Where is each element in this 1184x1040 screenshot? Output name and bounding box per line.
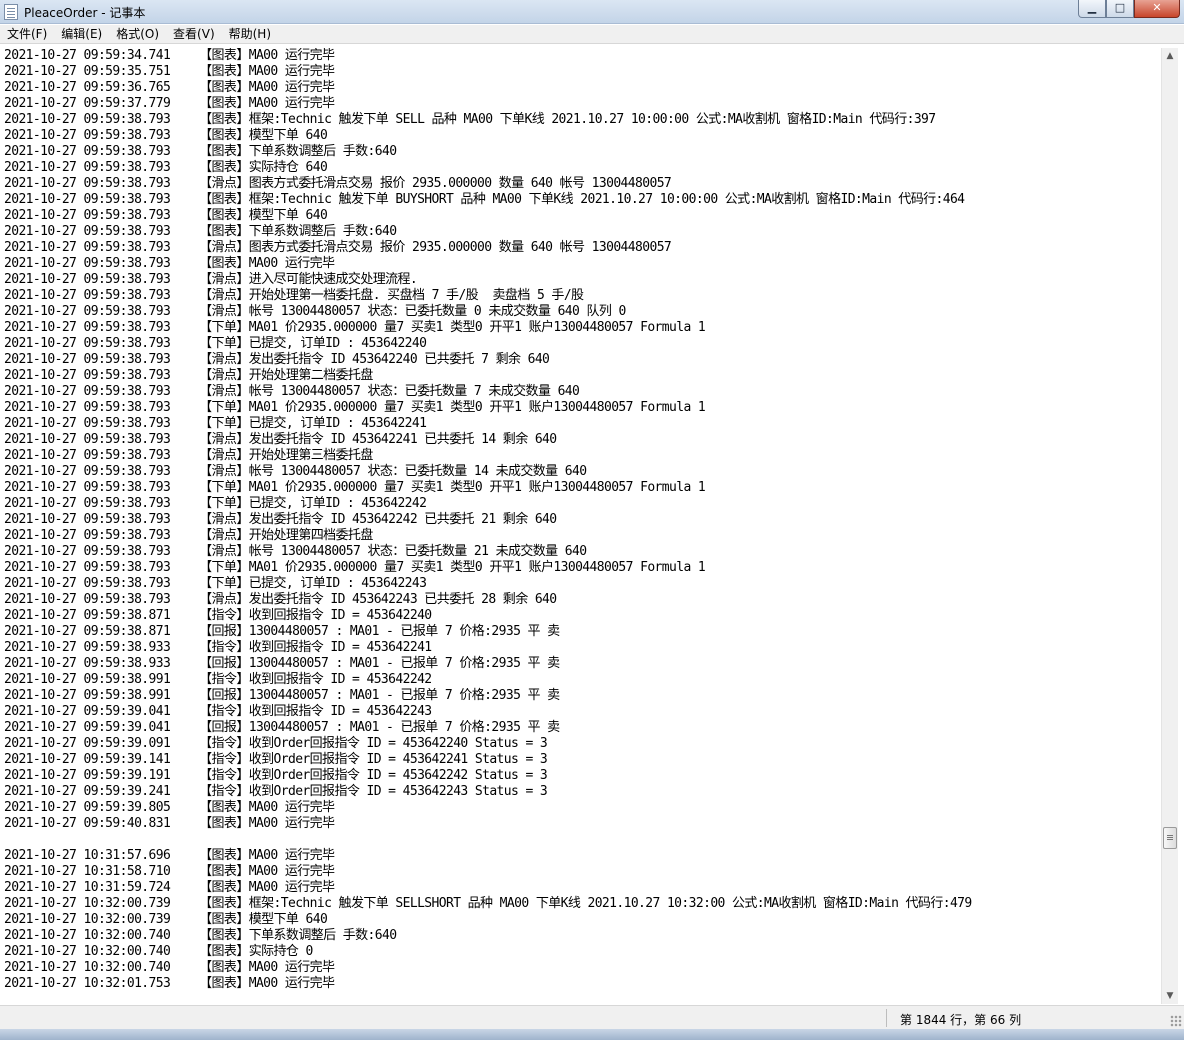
text-line: 2021-10-27 10:32:00.739 【图表】框架:Technic 触… [4, 896, 972, 911]
text-line: 2021-10-27 09:59:38.933 【回报】13004480057 … [4, 656, 560, 671]
title-bar[interactable]: PleaceOrder - 记事本 ▁ □ ✕ [0, 0, 1184, 24]
text-line: 2021-10-27 10:32:00.740 【图表】MA00 运行完毕 [4, 960, 335, 975]
text-line: 2021-10-27 10:31:58.710 【图表】MA00 运行完毕 [4, 864, 335, 879]
text-line: 2021-10-27 09:59:38.793 【滑点】开始处理第四档委托盘 [4, 528, 373, 543]
size-grip-icon[interactable] [1170, 1015, 1182, 1027]
taskbar [0, 1029, 1184, 1040]
minimize-button[interactable]: ▁ [1078, 0, 1106, 18]
text-line: 2021-10-27 09:59:39.241 【指令】收到Order回报指令 … [4, 784, 548, 799]
text-line: 2021-10-27 09:59:38.871 【指令】收到回报指令 ID = … [4, 608, 432, 623]
text-line: 2021-10-27 09:59:38.793 【滑点】发出委托指令 ID 45… [4, 352, 550, 367]
text-line: 2021-10-27 09:59:38.793 【图表】框架:Technic 触… [4, 112, 936, 127]
window-controls: ▁ □ ✕ [1078, 0, 1180, 18]
text-line: 2021-10-27 09:59:38.793 【滑点】帐号 130044800… [4, 544, 587, 559]
text-editor[interactable]: 2021-10-27 09:59:34.741 【图表】MA00 运行完毕 202… [4, 48, 1160, 1004]
text-line: 2021-10-27 09:59:38.793 【滑点】帐号 130044800… [4, 384, 580, 399]
text-line: 2021-10-27 09:59:38.793 【下单】MA01 价2935.0… [4, 560, 706, 575]
text-line: 2021-10-27 09:59:38.793 【滑点】图表方式委托滑点交易 报… [4, 176, 672, 191]
text-line: 2021-10-27 10:32:00.740 【图表】实际持仓 0 [4, 944, 313, 959]
scroll-thumb[interactable] [1163, 827, 1177, 849]
notepad-icon [4, 4, 18, 20]
text-line: 2021-10-27 10:31:57.696 【图表】MA00 运行完毕 [4, 848, 335, 863]
text-line: 2021-10-27 09:59:38.793 【图表】模型下单 640 [4, 208, 328, 223]
menu-view[interactable]: 查看(V) [166, 25, 222, 44]
text-line: 2021-10-27 09:59:38.793 【下单】已提交, 订单ID : … [4, 416, 427, 431]
text-line: 2021-10-27 09:59:38.793 【图表】下单系数调整后 手数:6… [4, 144, 397, 159]
text-line: 2021-10-27 09:59:38.793 【下单】MA01 价2935.0… [4, 480, 706, 495]
text-line: 2021-10-27 09:59:39.805 【图表】MA00 运行完毕 [4, 800, 335, 815]
text-line: 2021-10-27 09:59:38.793 【滑点】发出委托指令 ID 45… [4, 432, 557, 447]
text-line: 2021-10-27 10:32:00.740 【图表】下单系数调整后 手数:6… [4, 928, 397, 943]
menu-format[interactable]: 格式(O) [109, 25, 166, 44]
text-line: 2021-10-27 09:59:39.141 【指令】收到Order回报指令 … [4, 752, 548, 767]
text-line: 2021-10-27 09:59:38.991 【指令】收到回报指令 ID = … [4, 672, 432, 687]
text-line: 2021-10-27 09:59:38.793 【滑点】帐号 130044800… [4, 464, 587, 479]
maximize-button[interactable]: □ [1106, 0, 1134, 18]
menu-help[interactable]: 帮助(H) [222, 25, 278, 44]
text-line: 2021-10-27 09:59:35.751 【图表】MA00 运行完毕 [4, 64, 335, 79]
text-line: 2021-10-27 09:59:39.041 【指令】收到回报指令 ID = … [4, 704, 432, 719]
menu-file[interactable]: 文件(F) [0, 25, 54, 44]
text-line: 2021-10-27 09:59:38.793 【图表】模型下单 640 [4, 128, 328, 143]
text-line: 2021-10-27 09:59:38.793 【下单】已提交, 订单ID : … [4, 576, 427, 591]
chevron-up-icon[interactable]: ▲ [1162, 48, 1178, 64]
text-line: 2021-10-27 09:59:38.793 【滑点】进入尽可能快速成交处理流… [4, 272, 418, 287]
text-line: 2021-10-27 09:59:38.793 【图表】框架:Technic 触… [4, 192, 965, 207]
text-line: 2021-10-27 09:59:39.041 【回报】13004480057 … [4, 720, 560, 735]
text-line: 2021-10-27 09:59:38.991 【回报】13004480057 … [4, 688, 560, 703]
text-line: 2021-10-27 10:31:59.724 【图表】MA00 运行完毕 [4, 880, 335, 895]
text-line: 2021-10-27 09:59:38.793 【滑点】开始处理第二档委托盘 [4, 368, 373, 383]
text-line: 2021-10-27 10:32:00.739 【图表】模型下单 640 [4, 912, 328, 927]
text-line: 2021-10-27 09:59:38.793 【滑点】开始处理第三档委托盘 [4, 448, 373, 463]
text-line: 2021-10-27 09:59:38.793 【图表】实际持仓 640 [4, 160, 328, 175]
text-line: 2021-10-27 09:59:38.793 【下单】MA01 价2935.0… [4, 320, 706, 335]
text-line: 2021-10-27 09:59:36.765 【图表】MA00 运行完毕 [4, 80, 335, 95]
status-bar: 第 1844 行，第 66 列 [0, 1005, 1184, 1029]
text-line: 2021-10-27 09:59:38.933 【指令】收到回报指令 ID = … [4, 640, 432, 655]
chevron-down-icon[interactable]: ▼ [1162, 988, 1178, 1004]
menu-bar: 文件(F) 编辑(E) 格式(O) 查看(V) 帮助(H) [0, 25, 1184, 44]
text-line: 2021-10-27 09:59:38.793 【下单】已提交, 订单ID : … [4, 496, 427, 511]
text-line: 2021-10-27 09:59:38.871 【回报】13004480057 … [4, 624, 560, 639]
vertical-scrollbar[interactable]: ▲ ▼ [1161, 48, 1178, 1004]
text-line: 2021-10-27 09:59:38.793 【滑点】发出委托指令 ID 45… [4, 592, 557, 607]
text-line: 2021-10-27 09:59:38.793 【图表】MA00 运行完毕 [4, 256, 335, 271]
text-line: 2021-10-27 09:59:38.793 【滑点】帐号 130044800… [4, 304, 626, 319]
text-line: 2021-10-27 09:59:39.091 【指令】收到Order回报指令 … [4, 736, 548, 751]
text-line [4, 832, 1160, 848]
text-line: 2021-10-27 09:59:38.793 【下单】MA01 价2935.0… [4, 400, 706, 415]
text-line: 2021-10-27 09:59:39.191 【指令】收到Order回报指令 … [4, 768, 548, 783]
text-line: 2021-10-27 09:59:38.793 【下单】已提交, 订单ID : … [4, 336, 427, 351]
text-line: 2021-10-27 10:32:01.753 【图表】MA00 运行完毕 [4, 976, 335, 991]
text-line: 2021-10-27 09:59:34.741 【图表】MA00 运行完毕 [4, 48, 335, 63]
close-button[interactable]: ✕ [1134, 0, 1180, 18]
text-line: 2021-10-27 09:59:38.793 【滑点】发出委托指令 ID 45… [4, 512, 557, 527]
menu-edit[interactable]: 编辑(E) [54, 25, 109, 44]
text-line: 2021-10-27 09:59:38.793 【滑点】图表方式委托滑点交易 报… [4, 240, 672, 255]
cursor-position: 第 1844 行，第 66 列 [900, 1013, 1022, 1027]
text-line: 2021-10-27 09:59:37.779 【图表】MA00 运行完毕 [4, 96, 335, 111]
status-divider [886, 1009, 887, 1027]
window-title: PleaceOrder - 记事本 [24, 6, 146, 20]
text-line: 2021-10-27 09:59:40.831 【图表】MA00 运行完毕 [4, 816, 335, 831]
text-line: 2021-10-27 09:59:38.793 【图表】下单系数调整后 手数:6… [4, 224, 397, 239]
text-line: 2021-10-27 09:59:38.793 【滑点】开始处理第一档委托盘. … [4, 288, 584, 303]
